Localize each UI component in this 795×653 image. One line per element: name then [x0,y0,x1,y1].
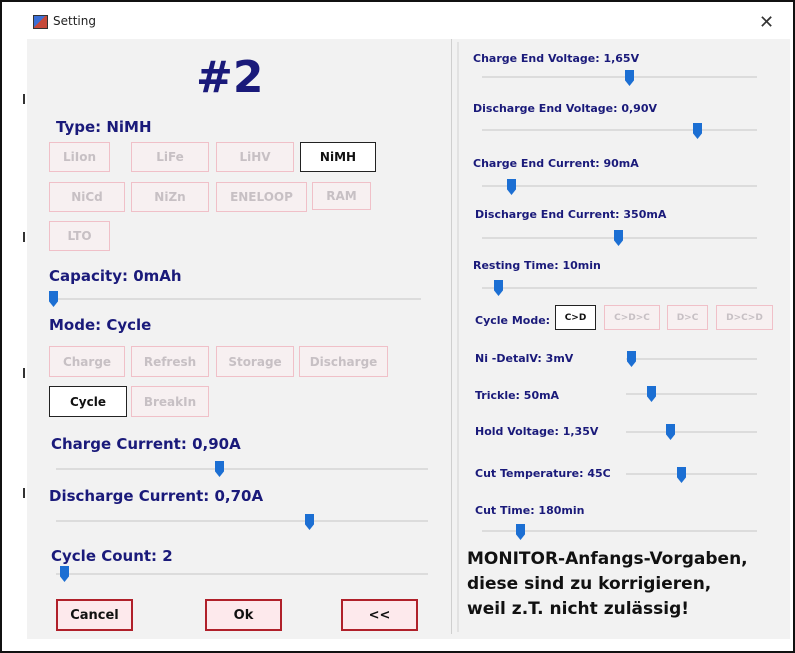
ni-delta-v-slider-track[interactable] [626,358,757,360]
discharge-current-slider-track[interactable] [56,520,428,522]
annotation-note: MONITOR-Anfangs-Vorgaben, diese sind zu … [467,547,748,622]
charge-end-current-label: Charge End Current: 90mA [473,157,639,170]
mode-option-storage[interactable]: Storage [216,346,294,377]
profile-number: #2 [196,52,264,103]
cycle-mode-option-d-c-d[interactable]: D>C>D [716,305,773,330]
charge-current-slider-track[interactable] [56,468,428,470]
type-option-lto[interactable]: LTO [49,221,110,251]
title-bar [27,9,790,39]
back-button[interactable]: << [341,599,418,631]
close-icon[interactable]: ✕ [759,12,774,33]
annotation-line-3: weil z.T. nicht zulässig! [467,599,689,619]
resting-time-label: Resting Time: 10min [473,259,601,272]
cycle-count-label: Cycle Count: 2 [51,547,173,565]
cut-temperature-label: Cut Temperature: 45C [475,467,611,480]
hold-voltage-slider-track[interactable] [626,431,757,433]
discharge-current-label: Discharge Current: 0,70A [49,487,264,505]
trickle-label: Trickle: 50mA [475,389,560,402]
mode-option-charge[interactable]: Charge [49,346,125,377]
cycle-mode-option-c-d-c[interactable]: C>D>C [604,305,660,330]
cycle-count-slider-track[interactable] [56,573,428,575]
window-title: Setting [53,14,96,28]
hold-voltage-label: Hold Voltage: 1,35V [475,425,599,438]
charge-end-voltage-slider-track[interactable] [482,76,757,78]
ok-button[interactable]: Ok [205,599,282,631]
discharge-end-voltage-label: Discharge End Voltage: 0,90V [473,102,657,115]
annotation-line-1: MONITOR-Anfangs-Vorgaben, [467,549,748,569]
annotation-line-2: diese sind zu korrigieren, [467,574,712,594]
ni-delta-v-label: Ni -DetalV: 3mV [475,352,574,365]
capacity-label: Capacity: 0mAh [49,267,182,285]
cycle-mode-label: Cycle Mode: [475,314,551,327]
mode-option-discharge[interactable]: Discharge [299,346,388,377]
type-option-life[interactable]: LiFe [131,142,209,172]
cancel-button[interactable]: Cancel [56,599,133,631]
discharge-end-voltage-slider-track[interactable] [482,129,757,131]
cycle-mode-option-c-d[interactable]: C>D [555,305,596,330]
mode-option-cycle[interactable]: Cycle [49,386,127,417]
charge-end-current-slider-track[interactable] [482,185,757,187]
type-option-nicd[interactable]: NiCd [49,182,125,212]
resting-time-slider-track[interactable] [482,287,757,289]
mode-option-breakin[interactable]: BreakIn [131,386,209,417]
app-icon [33,15,48,29]
charge-current-label: Charge Current: 0,90A [51,435,241,453]
type-label: Type: NiMH [56,118,152,136]
type-option-ram[interactable]: RAM [312,182,371,210]
cut-temperature-slider-track[interactable] [626,473,757,475]
type-option-nimh[interactable]: NiMH [300,142,376,172]
mode-option-refresh[interactable]: Refresh [131,346,209,377]
discharge-end-current-label: Discharge End Current: 350mA [475,208,667,221]
type-option-lihv[interactable]: LiHV [216,142,294,172]
cut-time-label: Cut Time: 180min [475,504,585,517]
type-option-eneloop[interactable]: ENELOOP [216,182,307,212]
charge-end-voltage-label: Charge End Voltage: 1,65V [473,52,640,65]
capacity-slider-track[interactable] [49,298,421,300]
panel-divider-shadow [457,42,459,632]
type-option-nizn[interactable]: NiZn [131,182,209,212]
panel-divider [451,39,452,634]
mode-label: Mode: Cycle [49,316,152,334]
type-option-liion[interactable]: LiIon [49,142,110,172]
trickle-slider-track[interactable] [626,393,757,395]
cycle-mode-option-d-c[interactable]: D>C [667,305,708,330]
